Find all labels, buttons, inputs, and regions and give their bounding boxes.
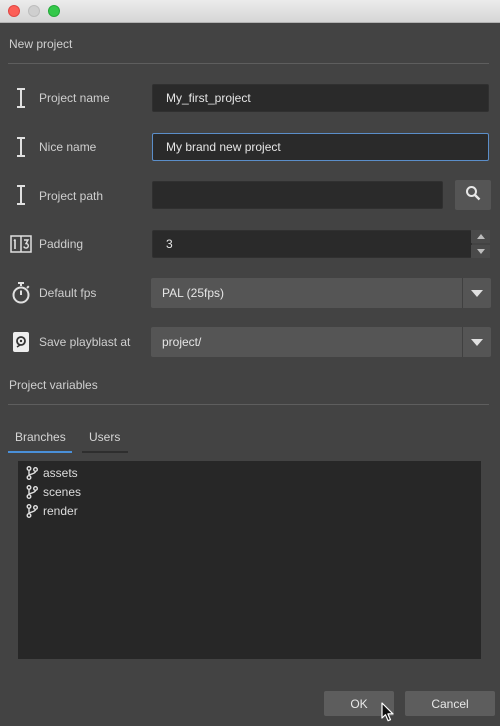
number-padding-icon	[10, 232, 32, 256]
text-cursor-icon	[10, 86, 32, 110]
tab-users[interactable]: Users	[89, 430, 120, 444]
disk-icon	[10, 330, 32, 354]
default-fps-value: PAL (25fps)	[162, 286, 225, 300]
padding-decrement-button[interactable]	[471, 245, 490, 258]
padding-input[interactable]: 3	[152, 230, 472, 258]
project-path-input[interactable]	[152, 181, 443, 209]
divider	[8, 404, 489, 405]
cancel-button[interactable]: Cancel	[405, 691, 495, 716]
default-fps-label: Default fps	[39, 286, 97, 300]
project-name-input[interactable]: My_first_project	[152, 84, 489, 112]
tab-active-indicator	[8, 451, 72, 453]
branch-icon	[26, 466, 38, 480]
browse-path-button[interactable]	[455, 180, 491, 210]
text-cursor-icon	[10, 183, 32, 207]
list-item[interactable]: render	[26, 502, 78, 520]
branch-icon	[26, 504, 38, 518]
list-item[interactable]: scenes	[26, 483, 81, 501]
save-playblast-value: project/	[162, 335, 202, 349]
project-variables-title: Project variables	[9, 378, 98, 392]
project-name-label: Project name	[39, 91, 110, 105]
dialog-title: New project	[9, 37, 73, 51]
branch-name: assets	[43, 466, 78, 480]
save-playblast-dropdown[interactable]: project/	[151, 327, 491, 357]
list-item[interactable]: assets	[26, 464, 78, 482]
search-icon	[465, 185, 481, 206]
branch-name: scenes	[43, 485, 82, 499]
tab-branches[interactable]: Branches	[15, 430, 66, 444]
divider	[8, 63, 489, 64]
mouse-cursor-icon	[381, 702, 394, 722]
default-fps-dropdown[interactable]: PAL (25fps)	[151, 278, 491, 308]
padding-label: Padding	[39, 237, 84, 251]
close-window-button[interactable]	[8, 5, 20, 17]
nice-name-label: Nice name	[39, 140, 97, 154]
zoom-window-button[interactable]	[48, 5, 60, 17]
nice-name-input[interactable]: My brand new project	[152, 133, 489, 161]
chevron-down-icon	[476, 249, 485, 254]
branch-name: render	[43, 504, 78, 518]
project-path-label: Project path	[39, 189, 104, 203]
branches-list[interactable]: assets scenes render	[18, 461, 481, 659]
stopwatch-icon	[10, 281, 32, 305]
minimize-window-button[interactable]	[28, 5, 40, 17]
chevron-up-icon	[476, 234, 485, 239]
title-bar	[0, 0, 500, 23]
save-playblast-label: Save playblast at	[39, 335, 131, 349]
padding-increment-button[interactable]	[471, 230, 490, 243]
chevron-down-icon	[462, 278, 491, 308]
branch-icon	[26, 485, 38, 499]
chevron-down-icon	[462, 327, 491, 357]
tab-inactive-indicator	[82, 451, 128, 453]
text-cursor-icon	[10, 135, 32, 159]
